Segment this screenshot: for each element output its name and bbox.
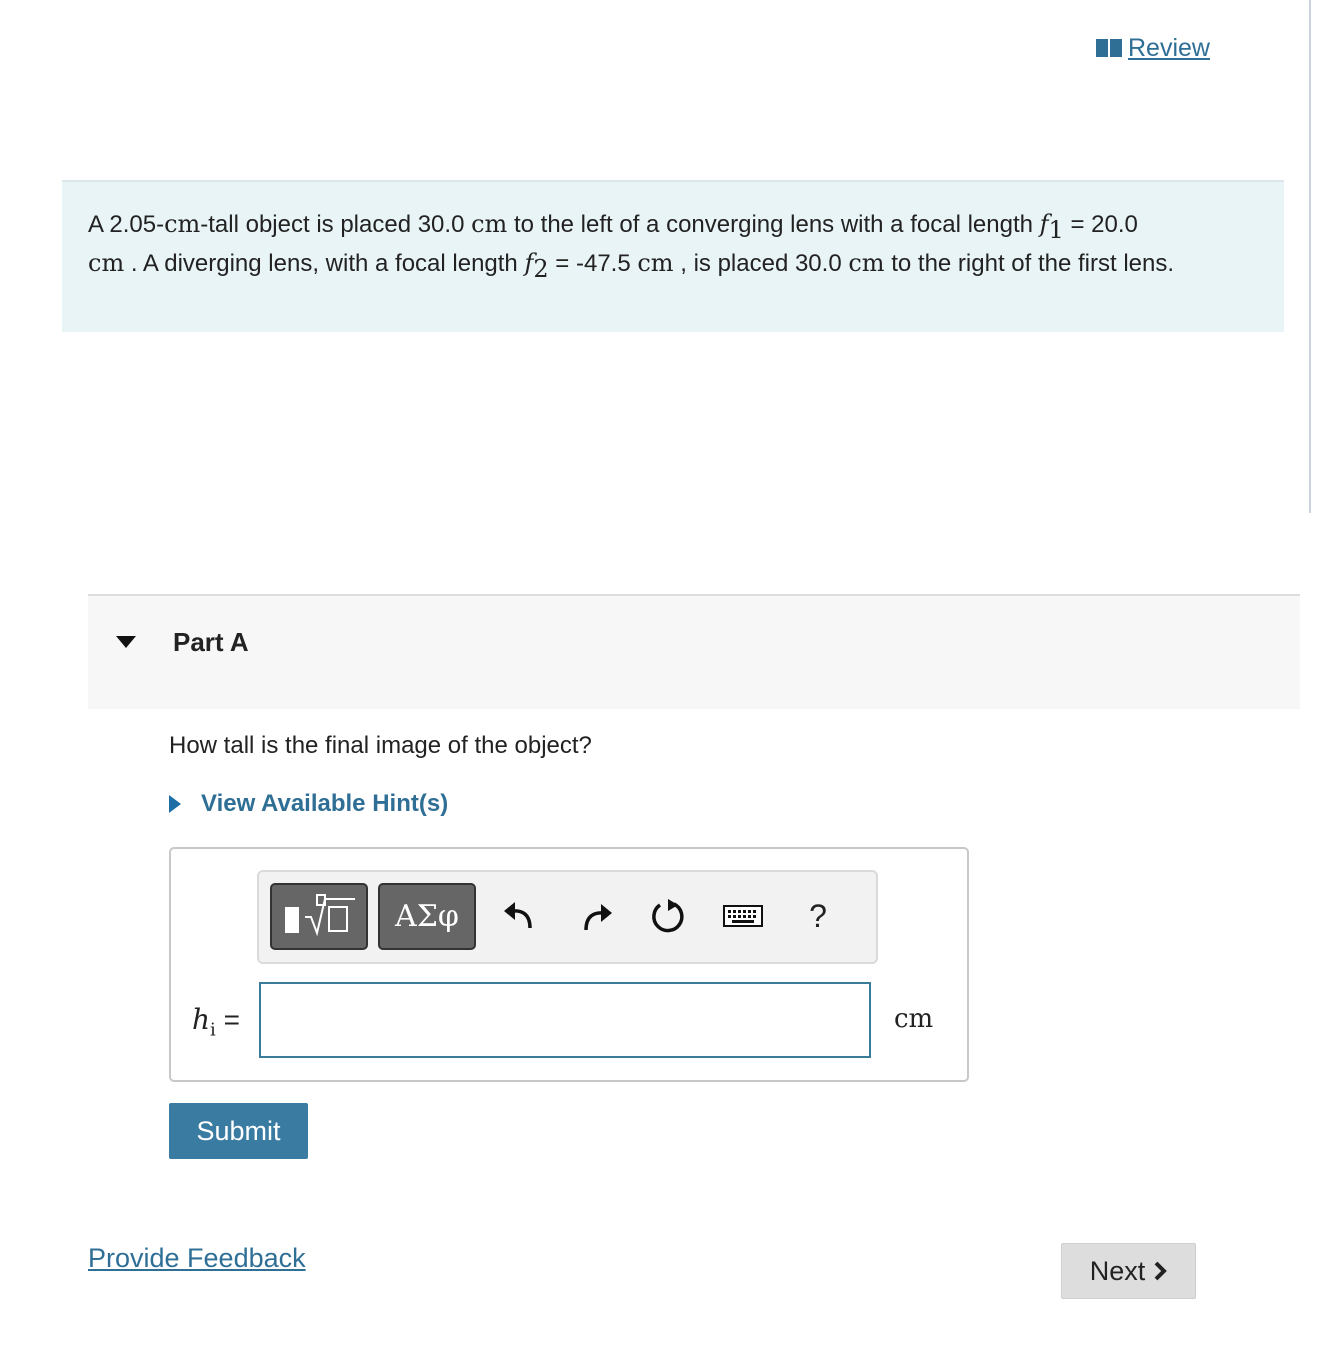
reset-icon[interactable] <box>648 896 688 936</box>
book-icon <box>1096 39 1124 57</box>
part-a-header[interactable] <box>88 594 1300 709</box>
question-text: How tall is the final image of the objec… <box>169 732 592 759</box>
collapse-triangle-icon[interactable] <box>116 636 136 648</box>
templates-button[interactable] <box>270 883 368 950</box>
submit-button[interactable]: Submit <box>169 1103 308 1159</box>
redo-icon[interactable] <box>576 896 616 936</box>
problem-statement: A 2.05-cm-tall object is placed 30.0 cm … <box>62 180 1284 332</box>
help-icon[interactable]: ? <box>798 896 838 936</box>
review-link[interactable]: Review <box>1096 33 1210 63</box>
chevron-right-icon <box>1154 1261 1168 1281</box>
hints-label: View Available Hint(s) <box>201 790 449 817</box>
expand-triangle-icon <box>169 795 181 813</box>
unit-label: cm <box>894 1004 934 1034</box>
templates-icon <box>285 893 355 936</box>
keyboard-icon[interactable] <box>722 896 764 936</box>
next-label: Next <box>1089 1255 1146 1286</box>
view-hints-toggle[interactable]: View Available Hint(s) <box>169 790 448 818</box>
review-label: Review <box>1128 33 1210 62</box>
part-title: Part A <box>173 627 249 657</box>
right-divider <box>1309 0 1311 513</box>
answer-variable-label: hi = <box>192 1003 240 1041</box>
greek-symbols-button[interactable]: ΑΣφ <box>378 883 476 950</box>
provide-feedback-link[interactable]: Provide Feedback <box>88 1243 306 1274</box>
undo-icon[interactable] <box>500 896 540 936</box>
next-button[interactable]: Next <box>1061 1243 1196 1299</box>
answer-input[interactable] <box>259 982 871 1058</box>
